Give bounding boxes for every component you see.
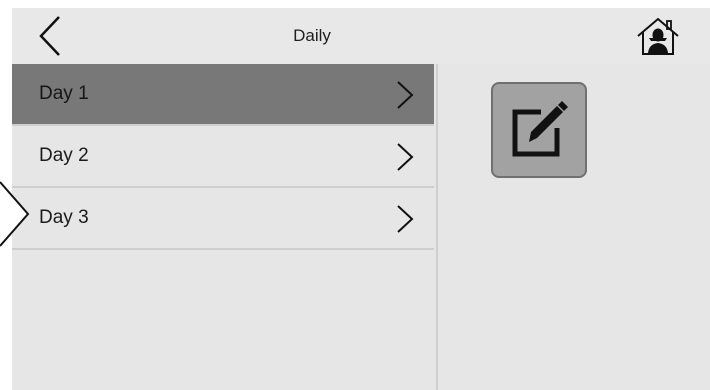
list-item-day-2[interactable]: Day 2 (12, 126, 434, 188)
row-pointer-icon (0, 181, 30, 247)
edit-button[interactable] (491, 82, 587, 178)
page-title: Daily (293, 26, 331, 45)
day-list: Day 1 Day 2 Day 3 (12, 64, 436, 390)
home-user-icon (637, 17, 679, 55)
edit-icon (512, 101, 568, 157)
chevron-right-icon (397, 205, 414, 233)
header-bar: Daily (12, 8, 710, 64)
list-item-label: Day 1 (39, 83, 89, 104)
screen: Daily Day 1 Day 2 Day 3 (12, 8, 710, 390)
list-item-label: Day 3 (39, 207, 89, 228)
chevron-right-icon (397, 81, 414, 109)
chevron-right-icon (397, 143, 414, 171)
list-item-day-3[interactable]: Day 3 (12, 188, 434, 250)
home-button[interactable] (632, 14, 684, 58)
list-item-day-1[interactable]: Day 1 (12, 64, 434, 126)
list-item-label: Day 2 (39, 145, 89, 166)
